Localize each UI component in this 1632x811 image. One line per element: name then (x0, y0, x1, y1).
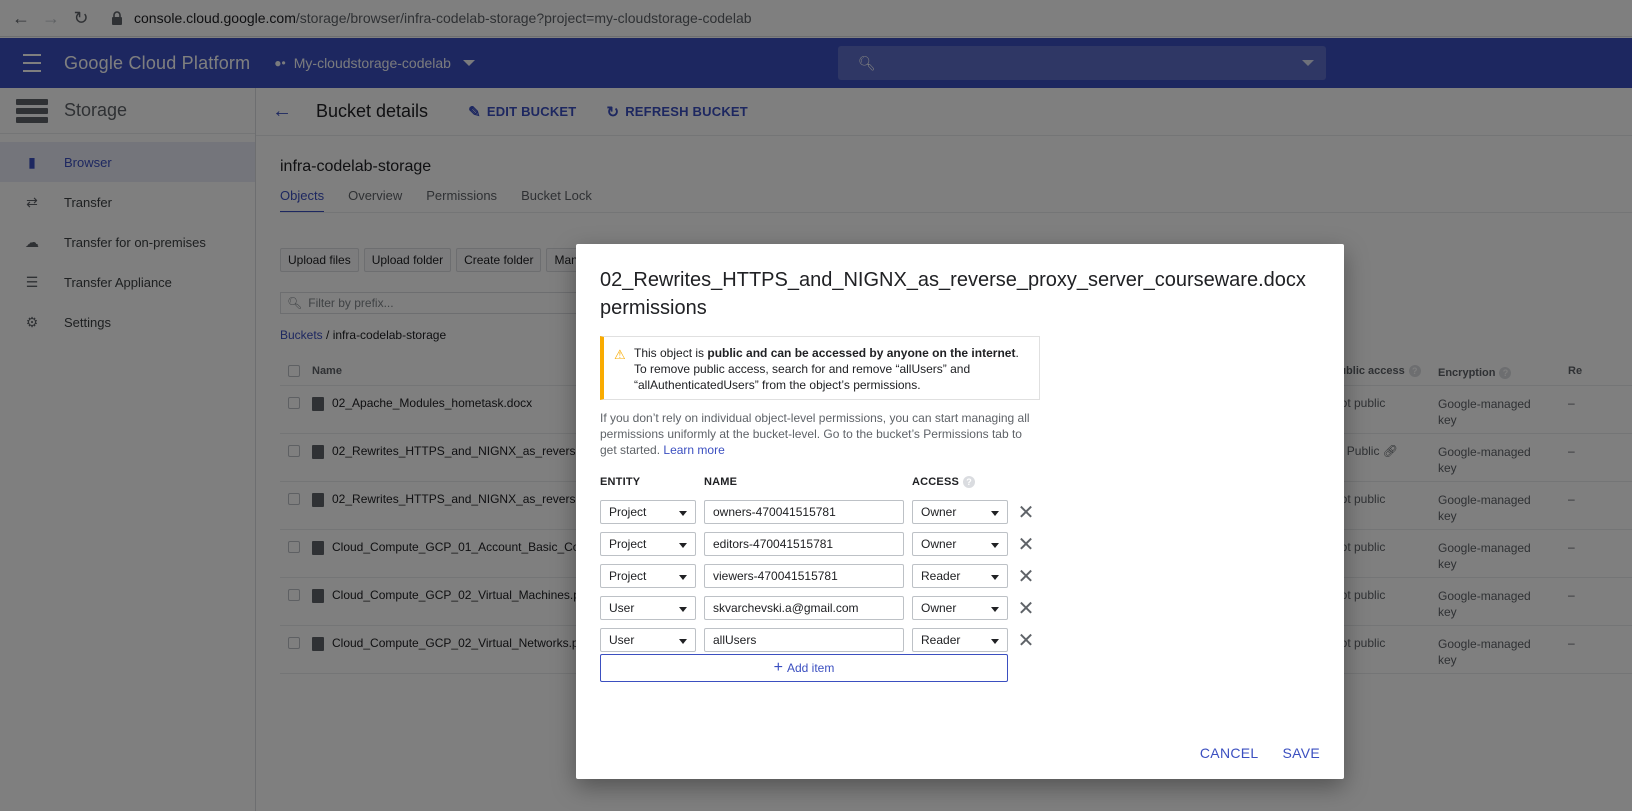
close-icon[interactable]: ✕ (1014, 628, 1038, 652)
help-icon[interactable]: ? (963, 476, 976, 489)
permission-row: User allUsers Reader ✕ (600, 628, 1040, 652)
permission-row: Project owners-470041515781 Owner ✕ (600, 500, 1040, 524)
permission-row: Project editors-470041515781 Owner ✕ (600, 532, 1040, 556)
entity-select[interactable]: User (600, 596, 696, 620)
permissions-dialog: 02_Rewrites_HTTPS_and_NIGNX_as_reverse_p… (576, 244, 1344, 779)
close-icon[interactable]: ✕ (1014, 596, 1038, 620)
entity-column-header: ENTITY (600, 476, 641, 488)
plus-icon: + (773, 659, 783, 676)
warning-text: This object is public and can be accesse… (634, 346, 1019, 392)
access-column-header: ACCESS? (912, 476, 976, 489)
access-select[interactable]: Reader (912, 628, 1008, 652)
close-icon[interactable]: ✕ (1014, 532, 1038, 556)
cancel-button[interactable]: CANCEL (1200, 745, 1259, 761)
access-select[interactable]: Owner (912, 596, 1008, 620)
entity-select[interactable]: Project (600, 500, 696, 524)
entity-select[interactable]: Project (600, 564, 696, 588)
permission-row: User skvarchevski.a@gmail.com Owner ✕ (600, 596, 1040, 620)
permission-row: Project viewers-470041515781 Reader ✕ (600, 564, 1040, 588)
add-item-button[interactable]: + Add item (600, 654, 1008, 682)
name-input[interactable]: viewers-470041515781 (704, 564, 904, 588)
close-icon[interactable]: ✕ (1014, 564, 1038, 588)
access-select[interactable]: Owner (912, 500, 1008, 524)
add-item-label: Add item (786, 661, 835, 675)
info-text: If you don’t rely on individual object-l… (600, 411, 1030, 457)
access-select[interactable]: Owner (912, 532, 1008, 556)
warning-icon: ⚠ (614, 347, 626, 362)
entity-select[interactable]: Project (600, 532, 696, 556)
name-input[interactable]: skvarchevski.a@gmail.com (704, 596, 904, 620)
name-input[interactable]: editors-470041515781 (704, 532, 904, 556)
entity-select[interactable]: User (600, 628, 696, 652)
public-warning-banner: ⚠ This object is public and can be acces… (600, 336, 1040, 400)
dialog-title: 02_Rewrites_HTTPS_and_NIGNX_as_reverse_p… (600, 269, 1306, 319)
close-icon[interactable]: ✕ (1014, 500, 1038, 524)
name-input[interactable]: allUsers (704, 628, 904, 652)
save-button[interactable]: SAVE (1282, 745, 1320, 761)
dialog-actions: CANCEL SAVE (1176, 745, 1320, 761)
name-input[interactable]: owners-470041515781 (704, 500, 904, 524)
name-column-header: NAME (704, 476, 738, 488)
access-select[interactable]: Reader (912, 564, 1008, 588)
learn-more-link[interactable]: Learn more (663, 443, 724, 457)
